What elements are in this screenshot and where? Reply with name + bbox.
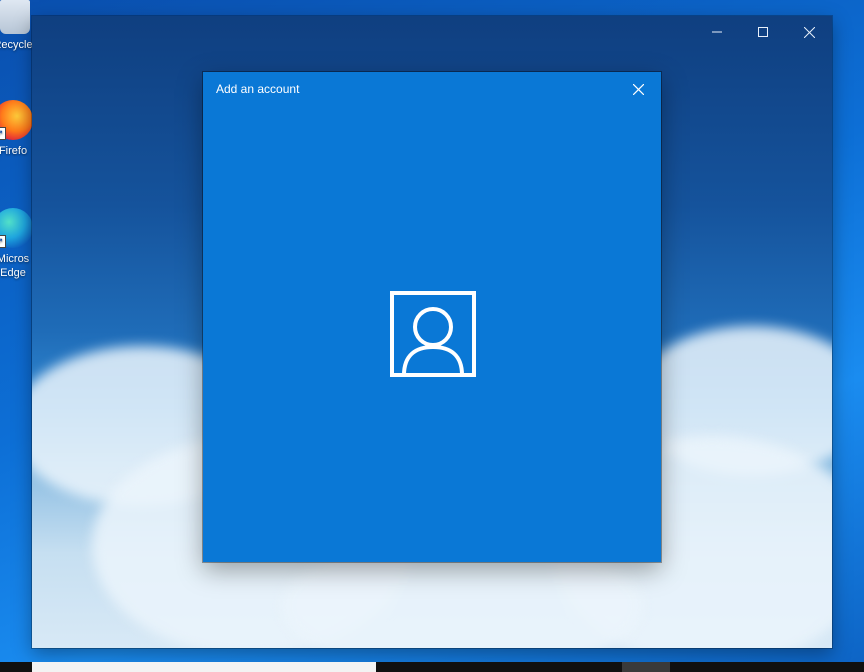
maximize-button[interactable] — [740, 16, 786, 48]
close-icon — [632, 83, 644, 95]
close-icon — [803, 26, 815, 38]
recycle-bin-icon — [0, 0, 30, 34]
taskbar — [0, 662, 864, 672]
minimize-button[interactable] — [694, 16, 740, 48]
minimize-icon — [712, 31, 722, 33]
maximize-icon — [758, 27, 768, 37]
dialog-close-button[interactable] — [625, 78, 651, 100]
edge-icon: ↗ — [0, 208, 33, 248]
account-icon — [390, 291, 476, 377]
dialog-title: Add an account — [216, 82, 300, 96]
firefox-icon: ↗ — [0, 100, 33, 140]
close-button[interactable] — [786, 16, 832, 48]
taskbar-search-box[interactable] — [32, 662, 376, 672]
add-account-dialog: Add an account — [203, 72, 661, 562]
taskbar-active-app[interactable] — [622, 662, 670, 672]
shortcut-arrow-icon: ↗ — [0, 235, 6, 248]
shortcut-arrow-icon: ↗ — [0, 127, 6, 140]
